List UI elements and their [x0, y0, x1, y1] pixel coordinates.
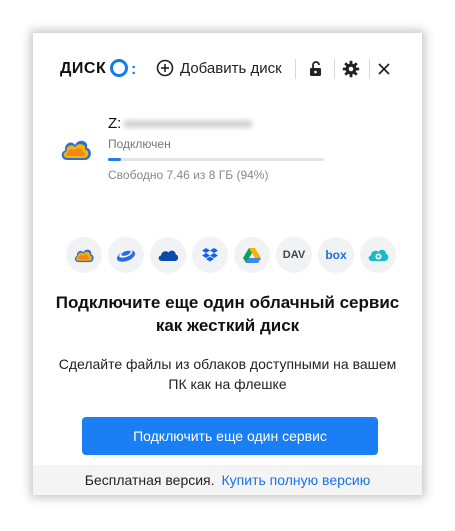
logo-colon: : [131, 61, 137, 78]
add-disk-button[interactable]: Добавить диск [156, 58, 282, 78]
pcloud-icon [368, 249, 389, 261]
service-dropbox[interactable] [192, 237, 228, 273]
logo-text: ДИСК [60, 60, 107, 77]
onedrive-icon [158, 250, 179, 261]
service-onedrive[interactable] [150, 237, 186, 273]
footer: Бесплатная версия. Купить полную версию [33, 465, 422, 495]
disk-status: Подключен [108, 137, 171, 151]
google-drive-icon [243, 247, 261, 263]
dropbox-icon [202, 247, 218, 261]
disk-usage-fill [108, 158, 121, 161]
app-window: ДИСК : Добавить диск Z: Подключен Свобод… [33, 33, 422, 495]
header-divider [369, 59, 370, 79]
cloud-services-row: DAV box [33, 237, 422, 273]
free-version-label: Бесплатная версия. [84, 472, 215, 488]
unlock-icon[interactable] [307, 60, 325, 78]
logo-o-ring [110, 59, 128, 77]
promo-description: Сделайте файлы из облаков доступными на … [58, 356, 397, 392]
header-divider [295, 59, 296, 79]
service-mail-cloud[interactable] [66, 237, 102, 273]
service-pcloud[interactable] [360, 237, 396, 273]
connect-service-button[interactable]: Подключить еще один сервис [82, 417, 378, 455]
header: ДИСК : Добавить диск [33, 33, 422, 105]
mail-cloud-icon [61, 140, 91, 160]
mail-cloud-icon [74, 249, 94, 263]
service-webdav[interactable]: DAV [276, 237, 312, 273]
header-divider [334, 59, 335, 79]
connected-disk[interactable]: Z: Подключен Свободно 7.46 из 8 ГБ (94%) [33, 105, 422, 195]
account-email-redacted [123, 120, 253, 128]
service-box[interactable]: box [318, 237, 354, 273]
disk-usage-bar [108, 158, 324, 161]
close-icon[interactable] [375, 60, 393, 78]
promo-title: Подключите еще один облачный сервис как … [55, 293, 400, 335]
disk-letter: Z: [108, 115, 122, 132]
app-logo: ДИСК : [60, 59, 136, 78]
service-google-drive[interactable] [234, 237, 270, 273]
gear-icon[interactable] [342, 60, 360, 78]
yandex-disk-icon [116, 250, 136, 262]
add-disk-label: Добавить диск [180, 59, 282, 77]
disk-free-space: Свободно 7.46 из 8 ГБ (94%) [108, 168, 269, 182]
box-icon: box [325, 248, 347, 262]
service-yandex-disk[interactable] [108, 237, 144, 273]
webdav-icon: DAV [282, 249, 306, 261]
buy-full-version-link[interactable]: Купить полную версию [222, 472, 371, 488]
plus-circle-icon [156, 59, 174, 77]
